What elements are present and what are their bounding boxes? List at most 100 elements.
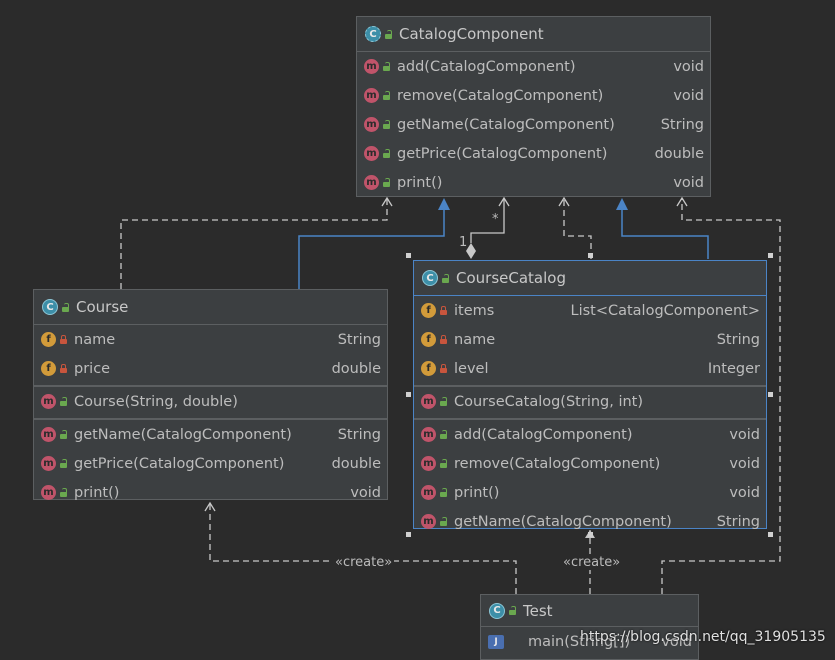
method-name: getName(CatalogComponent): [397, 116, 615, 133]
class-header: C Course: [34, 290, 387, 325]
selection-handle[interactable]: [588, 532, 593, 537]
public-lock-icon: [61, 302, 70, 312]
private-lock-icon: [439, 364, 448, 373]
methods-section: m add(CatalogComponent) void m remove(Catal…: [357, 52, 710, 199]
method-row[interactable]: m print() void: [34, 478, 387, 507]
methods-section: m add(CatalogComponent) void m remove(Catal…: [414, 420, 766, 538]
method-icon: m: [364, 175, 379, 190]
course-inheritance-arrowhead: [438, 198, 450, 210]
selection-handle[interactable]: [768, 532, 773, 537]
public-lock-icon: [59, 397, 68, 406]
catalog-dependency-line: [563, 198, 592, 259]
constructor-name: CourseCatalog(String, int): [454, 393, 644, 410]
method-row[interactable]: m getName(CatalogComponent) String: [357, 110, 710, 139]
field-row[interactable]: f name String: [414, 325, 766, 354]
field-type: Integer: [707, 360, 760, 377]
public-lock-icon: [384, 29, 393, 39]
method-row[interactable]: m add(CatalogComponent) void: [414, 420, 766, 449]
public-lock-icon: [382, 120, 391, 129]
class-test[interactable]: C Test Jmain(String[]) void: [480, 594, 699, 660]
public-lock-icon: [382, 178, 391, 187]
constructor-row[interactable]: m Course(String, double): [34, 387, 387, 416]
selection-handle[interactable]: [768, 392, 773, 397]
method-row[interactable]: m remove(CatalogComponent) void: [414, 449, 766, 478]
method-type: void: [673, 174, 704, 191]
method-row[interactable]: m add(CatalogComponent) void: [357, 52, 710, 81]
public-lock-icon: [382, 91, 391, 100]
method-icon: m: [421, 427, 436, 442]
create-label-catalog: «create»: [561, 555, 623, 570]
runnable-class-icon: C: [489, 602, 505, 619]
method-row[interactable]: m print() void: [357, 168, 710, 197]
method-name: print(): [397, 174, 443, 191]
catalog-inheritance-arrowhead: [616, 198, 628, 210]
class-name: Course: [76, 298, 129, 316]
method-type: String: [337, 426, 381, 443]
selection-handle[interactable]: [768, 253, 773, 258]
field-row[interactable]: f items List<CatalogComponent>: [414, 296, 766, 325]
method-type: void: [673, 87, 704, 104]
class-course[interactable]: C Course f name String f price double m Cours…: [33, 289, 388, 501]
field-icon: f: [41, 332, 56, 347]
method-icon: m: [41, 456, 56, 471]
private-lock-icon: [439, 335, 448, 344]
method-name: add(CatalogComponent): [454, 426, 633, 443]
public-lock-icon: [441, 273, 450, 283]
method-icon: m: [421, 485, 436, 500]
class-header: C CourseCatalog: [414, 261, 766, 296]
method-name: remove(CatalogComponent): [397, 87, 604, 104]
method-icon: m: [421, 456, 436, 471]
public-lock-icon: [439, 517, 448, 526]
method-row[interactable]: m remove(CatalogComponent) void: [357, 81, 710, 110]
public-lock-icon: [382, 62, 391, 71]
method-type: String: [716, 513, 760, 530]
selection-handle[interactable]: [588, 253, 593, 258]
abstract-class-icon: C: [365, 26, 381, 42]
methods-section: m getName(CatalogComponent) String m getPri…: [34, 420, 387, 509]
method-type: void: [673, 58, 704, 75]
field-type: double: [331, 360, 381, 377]
public-lock-icon: [382, 149, 391, 158]
method-row[interactable]: m print() void: [414, 478, 766, 507]
class-name: CourseCatalog: [456, 269, 566, 287]
constructor-row[interactable]: m CourseCatalog(String, int): [414, 387, 766, 416]
class-course-catalog[interactable]: C CourseCatalog f items List<CatalogCompon…: [413, 260, 767, 530]
constructor-section: m Course(String, double): [34, 387, 387, 420]
method-type: void: [350, 484, 381, 501]
public-lock-icon: [508, 606, 517, 615]
method-row[interactable]: m getName(CatalogComponent) String: [34, 420, 387, 449]
method-name: getPrice(CatalogComponent): [74, 455, 285, 472]
class-header: C Test: [481, 595, 698, 627]
method-name: getName(CatalogComponent): [454, 513, 672, 530]
field-name: items: [454, 302, 495, 319]
method-type: void: [729, 455, 760, 472]
watermark: https://blog.csdn.net/qq_31905135: [580, 629, 826, 645]
private-lock-icon: [439, 306, 448, 315]
method-name: add(CatalogComponent): [397, 58, 576, 75]
method-icon: m: [364, 59, 379, 74]
method-name: remove(CatalogComponent): [454, 455, 661, 472]
method-row[interactable]: m getPrice(CatalogComponent) double: [357, 139, 710, 168]
field-row[interactable]: f name String: [34, 325, 387, 354]
selection-handle[interactable]: [406, 253, 411, 258]
field-row[interactable]: f level Integer: [414, 354, 766, 383]
fields-section: f items List<CatalogComponent> f name String…: [414, 296, 766, 387]
selection-handle[interactable]: [406, 392, 411, 397]
public-lock-icon: [439, 430, 448, 439]
public-lock-icon: [439, 488, 448, 497]
method-icon: m: [41, 427, 56, 442]
method-icon: m: [421, 394, 436, 409]
class-name: Test: [523, 601, 553, 620]
method-type: double: [331, 455, 381, 472]
constructor-name: Course(String, double): [74, 393, 238, 410]
main-method-icon: J: [488, 635, 504, 649]
class-catalog-component[interactable]: C CatalogComponent m add(CatalogComponent…: [356, 16, 711, 197]
catalog-inheritance-line: [621, 208, 709, 259]
selection-handle[interactable]: [406, 532, 411, 537]
method-row[interactable]: m getPrice(CatalogComponent) double: [34, 449, 387, 478]
field-type: String: [337, 331, 381, 348]
field-row[interactable]: f price double: [34, 354, 387, 383]
public-lock-icon: [59, 488, 68, 497]
constructor-section: m CourseCatalog(String, int): [414, 387, 766, 420]
create-label-course: «create»: [333, 555, 395, 570]
